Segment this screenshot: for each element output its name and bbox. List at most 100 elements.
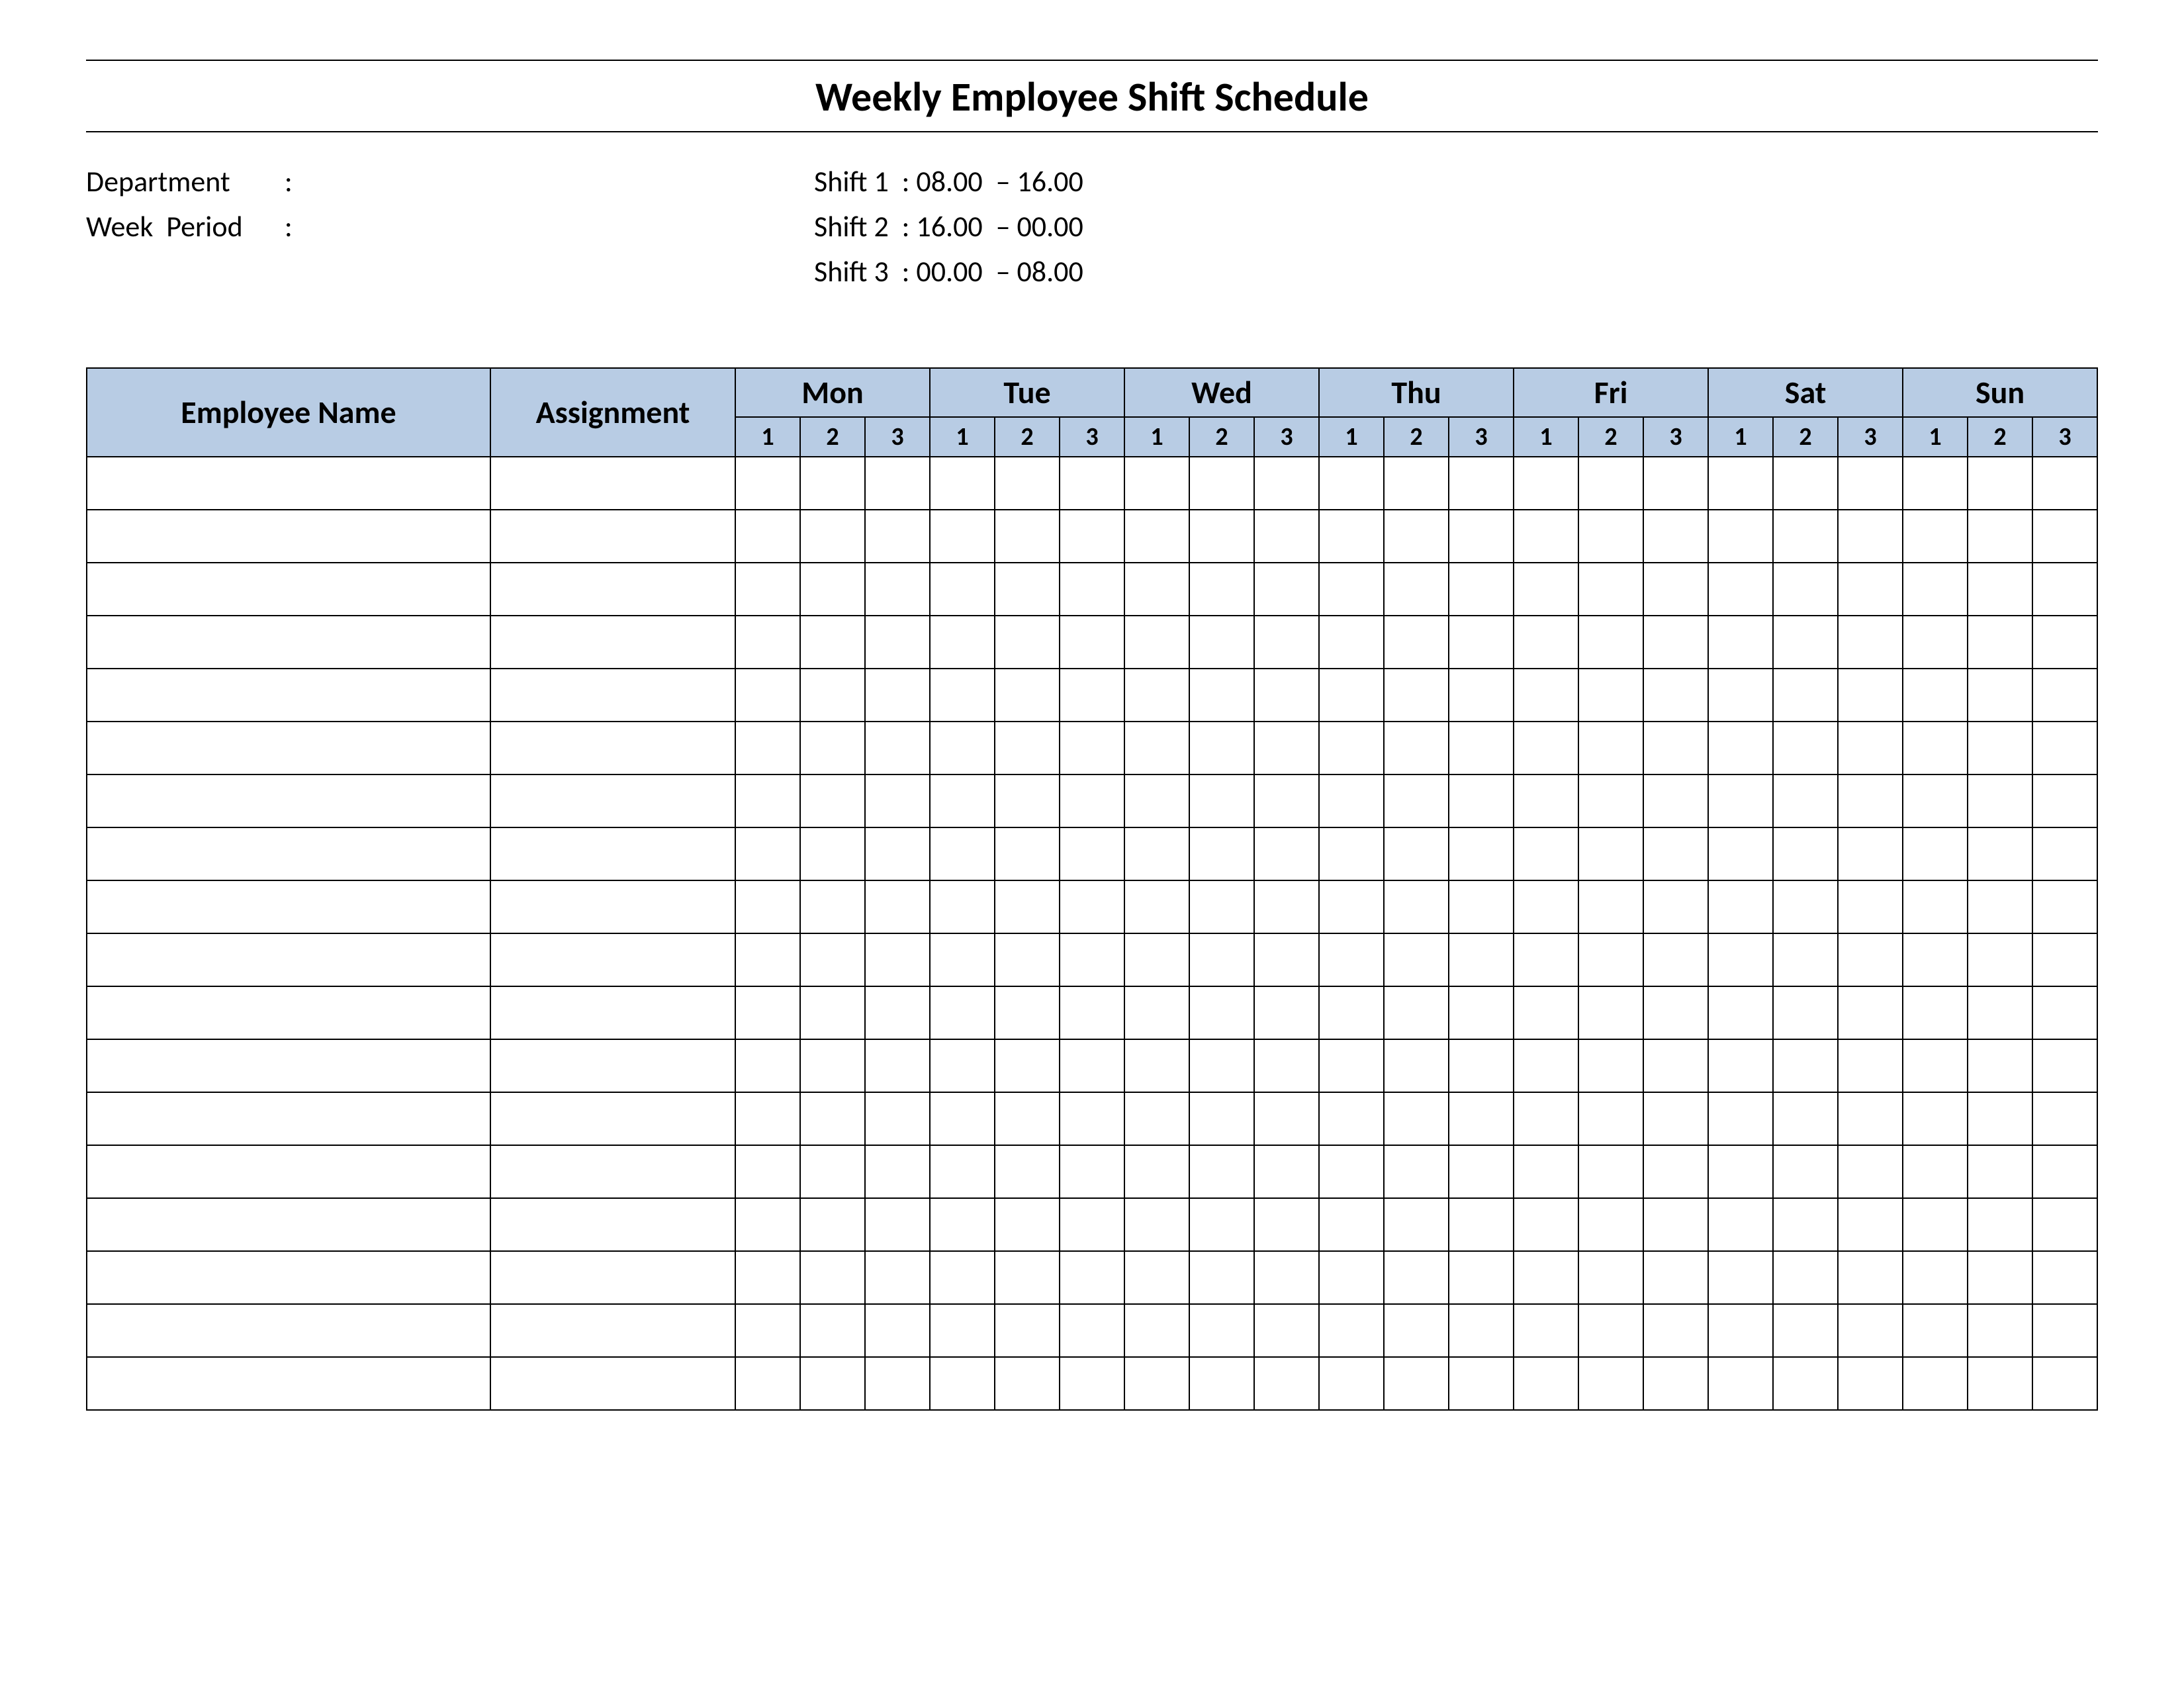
cell-shift[interactable] [735, 1039, 800, 1092]
cell-shift[interactable] [1708, 722, 1773, 774]
cell-shift[interactable] [735, 1092, 800, 1145]
cell-shift[interactable] [1968, 1092, 2032, 1145]
cell-shift[interactable] [1189, 457, 1254, 510]
cell-shift[interactable] [1773, 986, 1838, 1039]
cell-shift[interactable] [800, 933, 865, 986]
cell-shift[interactable] [1384, 1251, 1449, 1304]
cell-shift[interactable] [1643, 986, 1708, 1039]
cell-shift[interactable] [1060, 933, 1124, 986]
cell-shift[interactable] [735, 1198, 800, 1251]
cell-shift[interactable] [1578, 827, 1643, 880]
cell-shift[interactable] [1773, 563, 1838, 616]
cell-shift[interactable] [1578, 774, 1643, 827]
cell-shift[interactable] [1384, 616, 1449, 669]
cell-shift[interactable] [865, 774, 930, 827]
cell-shift[interactable] [1514, 880, 1578, 933]
cell-shift[interactable] [2032, 827, 2097, 880]
cell-shift[interactable] [800, 827, 865, 880]
cell-shift[interactable] [1903, 1198, 1968, 1251]
cell-shift[interactable] [1643, 1357, 1708, 1410]
cell-shift[interactable] [1903, 563, 1968, 616]
cell-shift[interactable] [800, 457, 865, 510]
cell-shift[interactable] [995, 722, 1060, 774]
cell-shift[interactable] [1903, 1039, 1968, 1092]
cell-shift[interactable] [1578, 1198, 1643, 1251]
cell-shift[interactable] [1124, 774, 1189, 827]
cell-shift[interactable] [1643, 1251, 1708, 1304]
cell-shift[interactable] [735, 827, 800, 880]
cell-shift[interactable] [1254, 1304, 1319, 1357]
cell-shift[interactable] [995, 1304, 1060, 1357]
cell-shift[interactable] [1708, 1145, 1773, 1198]
cell-shift[interactable] [995, 1251, 1060, 1304]
cell-shift[interactable] [1773, 933, 1838, 986]
cell-shift[interactable] [930, 722, 995, 774]
cell-shift[interactable] [2032, 1357, 2097, 1410]
cell-shift[interactable] [1643, 1145, 1708, 1198]
cell-shift[interactable] [1903, 510, 1968, 563]
cell-shift[interactable] [1060, 1039, 1124, 1092]
cell-shift[interactable] [1254, 774, 1319, 827]
cell-shift[interactable] [1514, 1304, 1578, 1357]
cell-shift[interactable] [1254, 1357, 1319, 1410]
cell-shift[interactable] [1903, 1092, 1968, 1145]
cell-shift[interactable] [1254, 669, 1319, 722]
cell-shift[interactable] [995, 1145, 1060, 1198]
cell-shift[interactable] [995, 457, 1060, 510]
cell-shift[interactable] [1514, 669, 1578, 722]
cell-shift[interactable] [1189, 1145, 1254, 1198]
cell-shift[interactable] [1449, 933, 1514, 986]
cell-shift[interactable] [1643, 669, 1708, 722]
cell-shift[interactable] [1384, 1198, 1449, 1251]
cell-shift[interactable] [1254, 722, 1319, 774]
cell-shift[interactable] [1189, 827, 1254, 880]
cell-shift[interactable] [735, 457, 800, 510]
cell-shift[interactable] [1968, 933, 2032, 986]
cell-shift[interactable] [1124, 933, 1189, 986]
cell-shift[interactable] [1060, 616, 1124, 669]
cell-shift[interactable] [1060, 669, 1124, 722]
cell-shift[interactable] [1708, 616, 1773, 669]
cell-shift[interactable] [1189, 722, 1254, 774]
cell-shift[interactable] [865, 1092, 930, 1145]
cell-shift[interactable] [1319, 457, 1384, 510]
cell-shift[interactable] [1124, 1092, 1189, 1145]
cell-shift[interactable] [1319, 1251, 1384, 1304]
cell-shift[interactable] [1578, 1357, 1643, 1410]
cell-shift[interactable] [1514, 457, 1578, 510]
cell-shift[interactable] [1254, 457, 1319, 510]
cell-shift[interactable] [800, 722, 865, 774]
cell-shift[interactable] [1384, 880, 1449, 933]
cell-assignment[interactable] [490, 827, 735, 880]
cell-shift[interactable] [1449, 1357, 1514, 1410]
cell-assignment[interactable] [490, 1304, 735, 1357]
cell-shift[interactable] [1514, 1251, 1578, 1304]
cell-shift[interactable] [1449, 669, 1514, 722]
cell-shift[interactable] [930, 1092, 995, 1145]
cell-shift[interactable] [735, 1304, 800, 1357]
cell-shift[interactable] [1708, 1039, 1773, 1092]
cell-shift[interactable] [800, 1304, 865, 1357]
cell-shift[interactable] [1968, 457, 2032, 510]
cell-shift[interactable] [1773, 1092, 1838, 1145]
cell-shift[interactable] [930, 1304, 995, 1357]
cell-shift[interactable] [1708, 563, 1773, 616]
cell-shift[interactable] [2032, 722, 2097, 774]
cell-shift[interactable] [1449, 616, 1514, 669]
cell-shift[interactable] [1968, 510, 2032, 563]
cell-shift[interactable] [930, 510, 995, 563]
cell-shift[interactable] [1189, 510, 1254, 563]
cell-shift[interactable] [2032, 563, 2097, 616]
cell-shift[interactable] [1903, 457, 1968, 510]
cell-shift[interactable] [800, 1357, 865, 1410]
cell-shift[interactable] [1838, 933, 1903, 986]
cell-shift[interactable] [1968, 1304, 2032, 1357]
cell-shift[interactable] [1643, 616, 1708, 669]
cell-shift[interactable] [1968, 616, 2032, 669]
cell-shift[interactable] [995, 986, 1060, 1039]
cell-shift[interactable] [1708, 1304, 1773, 1357]
cell-shift[interactable] [1319, 1039, 1384, 1092]
cell-shift[interactable] [1124, 880, 1189, 933]
cell-employee[interactable] [87, 827, 490, 880]
cell-shift[interactable] [1968, 827, 2032, 880]
